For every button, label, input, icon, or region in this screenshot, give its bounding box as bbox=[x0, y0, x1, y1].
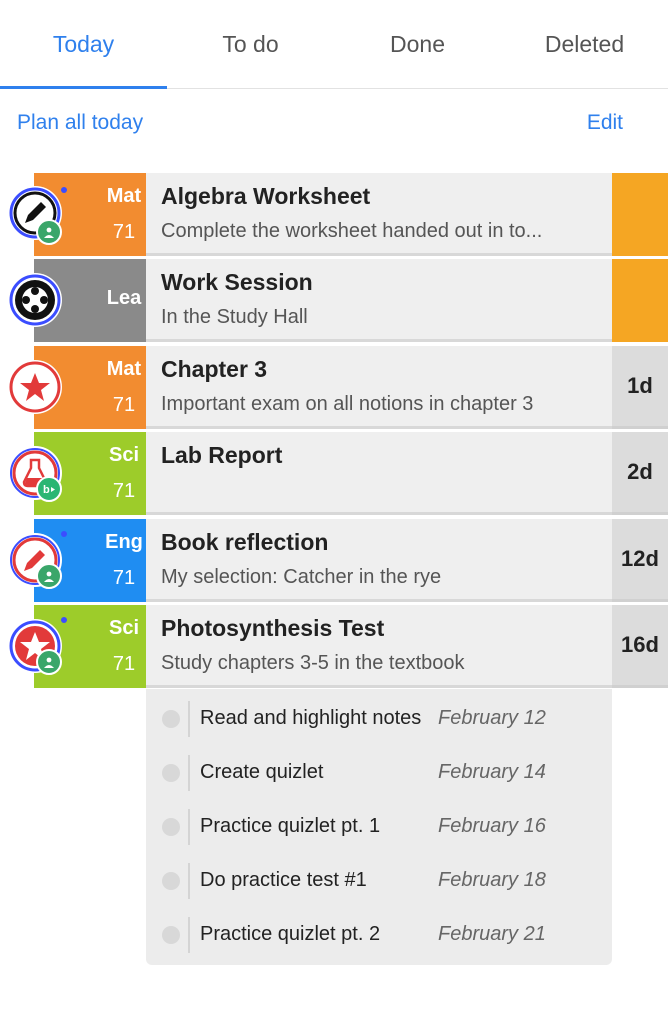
task-card[interactable]: Algebra Worksheet Complete the worksheet… bbox=[146, 173, 612, 256]
course-number: 71 bbox=[112, 653, 136, 675]
task-title: Book reflection bbox=[161, 529, 329, 555]
task-row-chapter-3[interactable]: Mat 71 Chapter 3 Important exam on all n… bbox=[0, 346, 668, 429]
course-number: 71 bbox=[112, 394, 136, 416]
edit-link[interactable]: Edit bbox=[587, 111, 623, 135]
task-title: Lab Report bbox=[161, 442, 283, 468]
course-code: Lea bbox=[106, 287, 142, 309]
tab-deleted[interactable]: Deleted bbox=[501, 0, 668, 88]
subtask-checkbox[interactable] bbox=[162, 818, 180, 836]
subtask-item[interactable]: Practice quizlet pt. 2 February 21 bbox=[146, 907, 612, 961]
task-subtitle: Complete the worksheet handed out in to.… bbox=[161, 220, 543, 242]
task-title: Work Session bbox=[161, 269, 313, 295]
course-code: Eng bbox=[105, 531, 143, 553]
tab-to-do[interactable]: To do bbox=[167, 0, 334, 88]
task-subtitle: Important exam on all notions in chapter… bbox=[161, 393, 534, 415]
course-number: 71 bbox=[112, 480, 136, 502]
due-indicator: 2d bbox=[612, 432, 668, 515]
subtask-checkbox[interactable] bbox=[162, 872, 180, 890]
subtask-item[interactable]: Create quizlet February 14 bbox=[146, 745, 612, 799]
tab-bar: Today To do Done Deleted bbox=[0, 0, 668, 89]
subtask-checkbox[interactable] bbox=[162, 764, 180, 782]
course-code: Mat bbox=[106, 185, 142, 207]
due-indicator: 16d bbox=[612, 605, 668, 688]
due-indicator: 1d bbox=[612, 346, 668, 429]
task-subtitle: My selection: Catcher in the rye bbox=[161, 566, 442, 588]
task-row-photosynthesis-test[interactable]: Sci 71 Photosynthesis Test Study chapter… bbox=[0, 605, 668, 688]
plan-all-today-link[interactable]: Plan all today bbox=[17, 111, 143, 135]
subtask-checkbox[interactable] bbox=[162, 710, 180, 728]
subtask-name: Practice quizlet pt. 1 bbox=[200, 815, 381, 837]
subtask-checkbox[interactable] bbox=[162, 926, 180, 944]
svg-text:b: b bbox=[43, 484, 50, 496]
subtask-date: February 18 bbox=[438, 869, 546, 891]
task-card[interactable]: Book reflection My selection: Catcher in… bbox=[146, 519, 612, 602]
subtask-date: February 14 bbox=[438, 761, 546, 783]
task-subtitle: In the Study Hall bbox=[161, 306, 308, 328]
task-card[interactable]: Chapter 3 Important exam on all notions … bbox=[146, 346, 612, 429]
task-row-lab-report[interactable]: Sci 71 b Lab Report 2d bbox=[0, 432, 668, 515]
task-title: Algebra Worksheet bbox=[161, 183, 371, 209]
course-number: 71 bbox=[112, 567, 136, 589]
due-indicator bbox=[612, 173, 668, 256]
subtask-name: Practice quizlet pt. 2 bbox=[200, 923, 381, 945]
subtask-item[interactable]: Practice quizlet pt. 1 February 16 bbox=[146, 799, 612, 853]
course-code: Sci bbox=[108, 617, 140, 639]
tab-done[interactable]: Done bbox=[334, 0, 501, 88]
course-code: Sci bbox=[108, 444, 140, 466]
task-card[interactable]: Lab Report bbox=[146, 432, 612, 515]
subtask-item[interactable]: Do practice test #1 February 18 bbox=[146, 853, 612, 907]
subtask-name: Create quizlet bbox=[200, 761, 324, 783]
task-row-work-session[interactable]: Lea Work Session In the Study Hall bbox=[0, 259, 668, 342]
subtask-list: Read and highlight notes February 12 Cre… bbox=[146, 689, 612, 965]
google-classroom-icon bbox=[36, 563, 62, 589]
course-code: Mat bbox=[106, 358, 142, 380]
task-card[interactable]: Photosynthesis Test Study chapters 3-5 i… bbox=[146, 605, 612, 688]
subtask-name: Do practice test #1 bbox=[200, 869, 367, 891]
course-number: 71 bbox=[112, 221, 136, 243]
task-subtitle: Study chapters 3-5 in the textbook bbox=[161, 652, 465, 674]
subtask-name: Read and highlight notes bbox=[200, 707, 422, 729]
google-classroom-icon bbox=[36, 219, 62, 245]
task-row-book-reflection[interactable]: Eng 71 Book reflection My selection: Cat… bbox=[0, 519, 668, 602]
subtask-date: February 12 bbox=[438, 707, 546, 729]
film-reel-icon bbox=[8, 273, 62, 327]
task-title: Chapter 3 bbox=[161, 356, 268, 382]
due-indicator: 12d bbox=[612, 519, 668, 602]
task-card[interactable]: Work Session In the Study Hall bbox=[146, 259, 612, 342]
subtask-item[interactable]: Read and highlight notes February 12 bbox=[146, 691, 612, 745]
subtask-date: February 16 bbox=[438, 815, 546, 837]
play-icon: b bbox=[36, 476, 62, 502]
tab-today[interactable]: Today bbox=[0, 0, 167, 89]
star-icon bbox=[8, 360, 62, 414]
due-indicator bbox=[612, 259, 668, 342]
task-row-algebra-worksheet[interactable]: Mat 71 Algebra Worksheet Complete the wo… bbox=[0, 173, 668, 256]
subtask-date: February 21 bbox=[438, 923, 546, 945]
google-classroom-icon bbox=[36, 649, 62, 675]
task-title: Photosynthesis Test bbox=[161, 615, 385, 641]
